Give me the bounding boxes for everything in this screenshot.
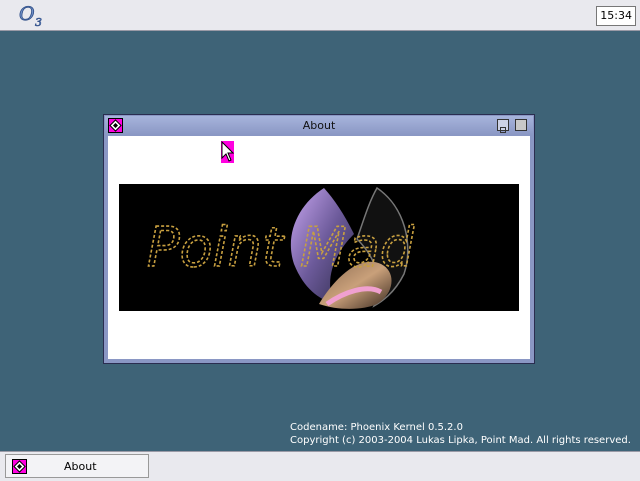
top-menubar: O 3 15:34	[0, 0, 640, 31]
o3-logo-icon[interactable]: O 3	[18, 2, 52, 30]
taskbar: About	[0, 451, 640, 481]
mouse-cursor	[221, 140, 235, 163]
window-titlebar[interactable]: About	[105, 116, 533, 135]
window-title: About	[302, 119, 336, 132]
system-info: Codename: Phoenix Kernel 0.5.2.0 Copyrig…	[290, 421, 631, 447]
svg-text:O: O	[19, 3, 35, 25]
banner-text: Point Mad	[147, 216, 415, 279]
svg-text:3: 3	[35, 16, 42, 28]
point-mad-banner: Point Mad	[119, 184, 519, 311]
copyright-text: Copyright (c) 2003-2004 Lukas Lipka, Poi…	[290, 435, 631, 446]
window-content: Point Mad	[108, 136, 530, 359]
clock[interactable]: 15:34	[596, 6, 636, 26]
diamond-app-icon	[12, 459, 27, 474]
restore-button[interactable]	[497, 119, 509, 133]
taskbar-item-about[interactable]: About	[5, 454, 149, 478]
codename-text: Codename: Phoenix Kernel 0.5.2.0	[290, 422, 463, 433]
about-window: About Point Mad	[103, 114, 535, 364]
close-button[interactable]	[515, 119, 527, 131]
taskbar-item-label: About	[64, 460, 97, 473]
